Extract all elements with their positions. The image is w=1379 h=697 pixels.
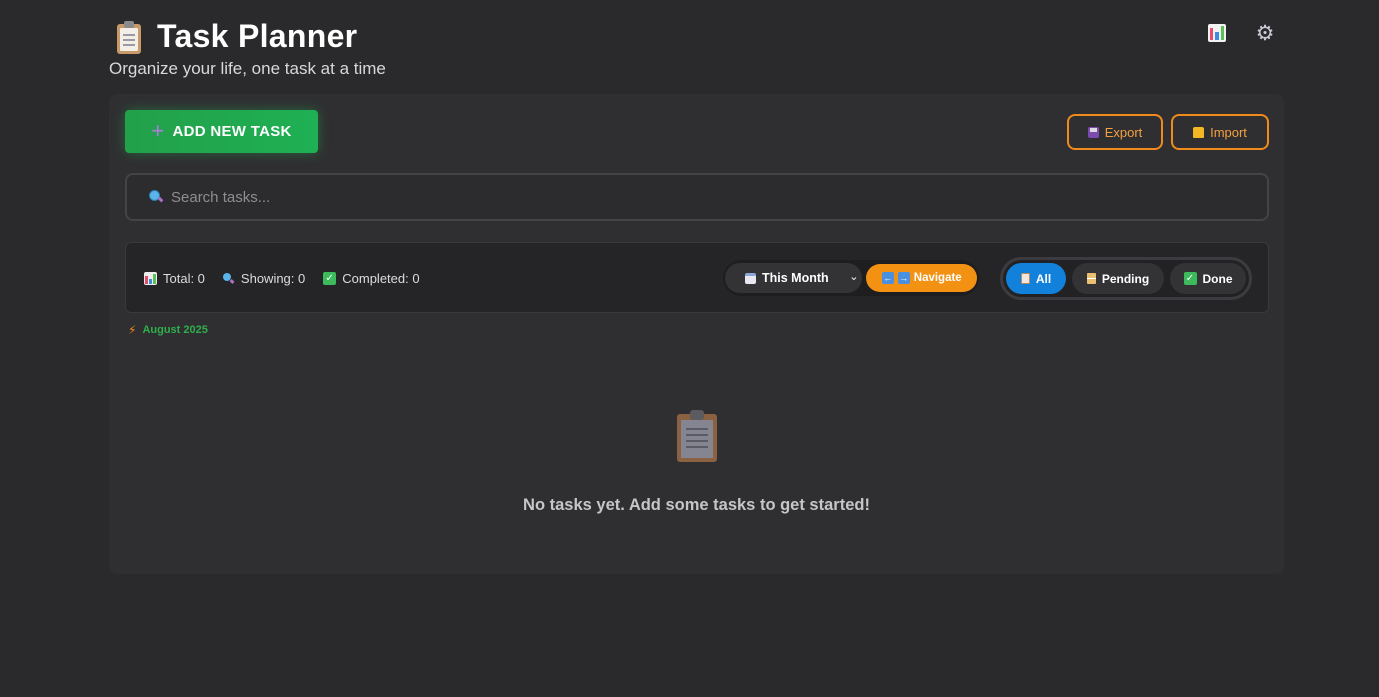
filter-done-label: Done	[1202, 271, 1233, 286]
arrow-left-icon: ←	[881, 272, 894, 284]
stat-total: Total: 0	[144, 271, 205, 286]
clipboard-icon	[675, 410, 719, 462]
clipboard-icon	[115, 20, 143, 54]
magnifier-icon	[222, 272, 235, 285]
arrow-right-icon: →	[897, 272, 910, 284]
period-select[interactable]: This Month ⌄	[725, 263, 863, 293]
date-group-text: August 2025	[142, 324, 208, 336]
app-subtitle: Organize your life, one task at a time	[109, 59, 386, 78]
filter-toolbar: Total: 0 Showing: 0 ✓ Completed: 0 This …	[125, 242, 1269, 313]
plus-icon: +	[151, 117, 165, 143]
check-icon: ✓	[1183, 272, 1197, 285]
hourglass-icon	[1086, 273, 1096, 284]
filter-all-label: All	[1035, 271, 1052, 286]
main-panel: + ADD NEW TASK Export Import Total: 0 Sh…	[109, 94, 1284, 574]
bar-chart-icon	[144, 272, 157, 285]
gear-icon: ⚙	[1255, 21, 1275, 45]
app-header: Task Planner Organize your life, one tas…	[109, 14, 1284, 84]
bar-chart-icon	[1208, 24, 1226, 42]
empty-state-message: No tasks yet. Add some tasks to get star…	[523, 496, 870, 514]
export-label: Export	[1104, 124, 1143, 140]
stat-completed: ✓ Completed: 0	[323, 271, 420, 286]
period-controls: This Month ⌄ ← → Navigate	[723, 260, 979, 296]
search-input[interactable]	[171, 188, 1171, 206]
filter-pending-button[interactable]: Pending	[1072, 263, 1164, 294]
search-icon	[149, 190, 163, 204]
add-task-label: ADD NEW TASK	[172, 123, 292, 140]
lightning-icon: ⚡	[128, 323, 137, 337]
date-group-label: ⚡ August 2025	[128, 323, 208, 337]
stats-button[interactable]	[1206, 22, 1228, 44]
folder-icon	[1193, 126, 1205, 138]
check-icon: ✓	[323, 272, 337, 285]
floppy-disk-icon	[1087, 126, 1099, 138]
stat-completed-label: Completed: 0	[342, 271, 420, 286]
app-title: Task Planner	[157, 18, 358, 54]
empty-state	[109, 410, 1284, 478]
period-select-value: This Month	[762, 271, 829, 285]
title-row: Task Planner	[115, 18, 357, 55]
search-box	[125, 173, 1269, 221]
filter-all-button[interactable]: All	[1006, 263, 1066, 294]
chevron-down-icon: ⌄	[849, 271, 859, 283]
add-task-button[interactable]: + ADD NEW TASK	[125, 110, 318, 153]
task-stats: Total: 0 Showing: 0 ✓ Completed: 0	[144, 243, 420, 314]
navigate-label: Navigate	[913, 272, 962, 284]
navigate-button[interactable]: ← → Navigate	[866, 264, 977, 292]
filter-done-button[interactable]: ✓ Done	[1170, 263, 1246, 294]
stat-showing: Showing: 0	[222, 271, 306, 286]
stat-total-label: Total: 0	[163, 271, 205, 286]
clipboard-icon	[1020, 273, 1030, 284]
status-filter: All Pending ✓ Done	[1000, 257, 1252, 300]
calendar-icon	[745, 272, 756, 284]
import-button[interactable]: Import	[1171, 114, 1269, 150]
import-label: Import	[1210, 124, 1247, 140]
filter-pending-label: Pending	[1101, 271, 1150, 286]
settings-button[interactable]: ⚙	[1254, 21, 1276, 45]
export-button[interactable]: Export	[1067, 114, 1163, 150]
stat-showing-label: Showing: 0	[240, 271, 306, 286]
